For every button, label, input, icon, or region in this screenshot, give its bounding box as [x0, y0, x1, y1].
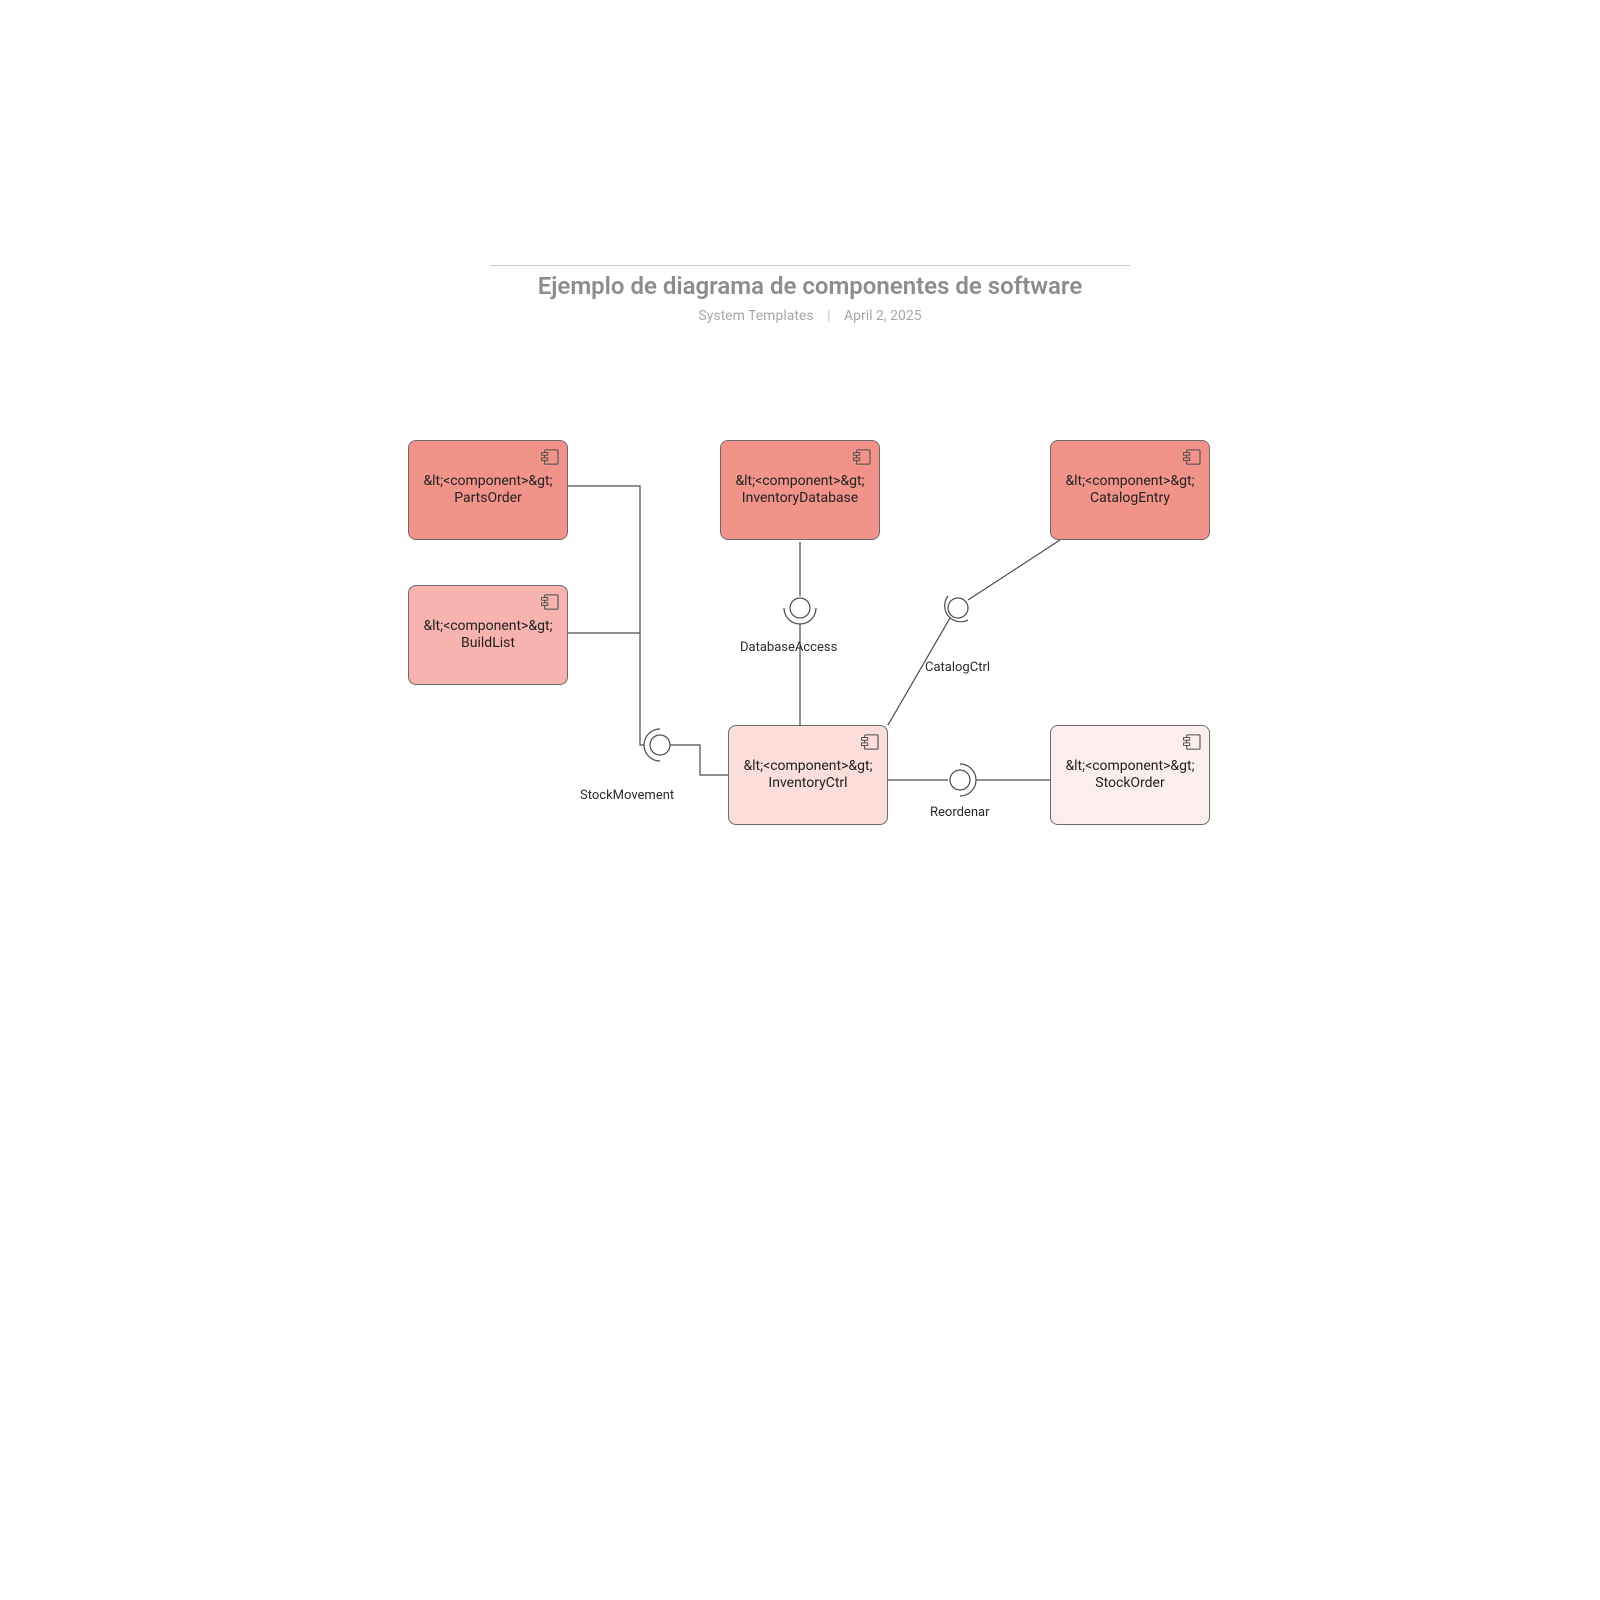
interface-reorder: Reordenar: [930, 805, 989, 820]
diagram-subtitle: System Templates | April 2, 2025: [490, 308, 1130, 324]
stereotype-label: &lt;<component>&gt;: [1065, 473, 1194, 491]
component-name: BuildList: [461, 635, 515, 653]
stereotype-label: &lt;<component>&gt;: [1065, 758, 1194, 776]
component-inventory-ctrl[interactable]: &lt;<component>&gt; InventoryCtrl: [728, 725, 888, 825]
separator: |: [827, 308, 830, 324]
component-name: CatalogEntry: [1090, 490, 1170, 508]
component-icon: [1183, 449, 1201, 465]
component-stock-order[interactable]: &lt;<component>&gt; StockOrder: [1050, 725, 1210, 825]
component-icon: [853, 449, 871, 465]
stereotype-label: &lt;<component>&gt;: [735, 473, 864, 491]
diagram-canvas: Ejemplo de diagrama de componentes de so…: [0, 0, 1600, 1600]
interface-stock-movement: StockMovement: [580, 788, 674, 803]
component-name: InventoryDatabase: [742, 490, 858, 508]
author-label: System Templates: [698, 308, 813, 324]
interface-catalog-ctrl: CatalogCtrl: [925, 660, 990, 675]
diagram-title: Ejemplo de diagrama de componentes de so…: [490, 272, 1130, 300]
component-name: PartsOrder: [454, 490, 522, 508]
interface-database-access: DatabaseAccess: [740, 640, 837, 655]
component-name: InventoryCtrl: [768, 775, 847, 793]
component-icon: [541, 449, 559, 465]
component-catalog-entry[interactable]: &lt;<component>&gt; CatalogEntry: [1050, 440, 1210, 540]
component-build-list[interactable]: &lt;<component>&gt; BuildList: [408, 585, 568, 685]
component-name: StockOrder: [1095, 775, 1164, 793]
stereotype-label: &lt;<component>&gt;: [743, 758, 872, 776]
component-icon: [541, 594, 559, 610]
date-label: April 2, 2025: [844, 308, 922, 324]
title-rule: [490, 265, 1130, 266]
component-parts-order[interactable]: &lt;<component>&gt; PartsOrder: [408, 440, 568, 540]
stereotype-label: &lt;<component>&gt;: [423, 473, 552, 491]
component-icon: [861, 734, 879, 750]
component-icon: [1183, 734, 1201, 750]
component-inventory-database[interactable]: &lt;<component>&gt; InventoryDatabase: [720, 440, 880, 540]
stereotype-label: &lt;<component>&gt;: [423, 618, 552, 636]
title-block: Ejemplo de diagrama de componentes de so…: [490, 265, 1130, 324]
